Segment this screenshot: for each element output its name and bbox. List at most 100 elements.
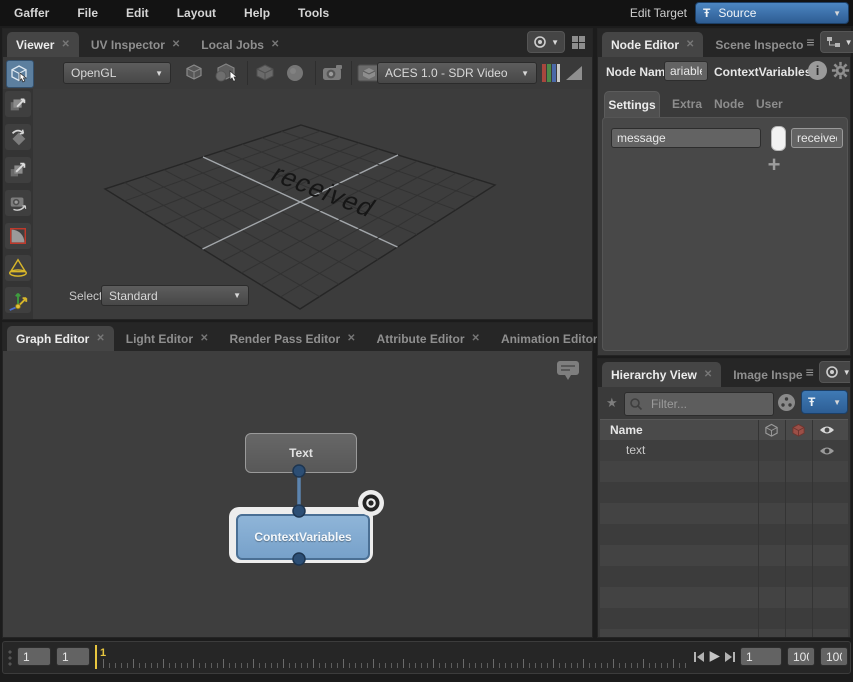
- bullseye-icon: [825, 365, 839, 379]
- select-objects-icon[interactable]: [213, 62, 241, 84]
- tab-label: Light Editor: [126, 332, 193, 346]
- graph-canvas[interactable]: Text ContextVariables: [3, 351, 592, 637]
- range-end-input[interactable]: [787, 647, 815, 666]
- go-to-end-button[interactable]: [724, 651, 736, 663]
- tab-graph-editor[interactable]: Graph Editor ✕: [7, 326, 114, 351]
- close-icon[interactable]: ✕: [704, 369, 712, 380]
- eye-column-icon: [819, 424, 835, 436]
- crop-window-tool-button[interactable]: [5, 223, 31, 249]
- tab-scene-inspector-truncated[interactable]: Scene Inspecto: [706, 32, 803, 57]
- hamburger-icon[interactable]: ≡: [806, 365, 814, 379]
- tab-extra[interactable]: Extra: [672, 97, 702, 111]
- transform-gizmo-button[interactable]: [5, 287, 31, 313]
- tab-settings[interactable]: Settings: [604, 91, 660, 118]
- variable-value-input[interactable]: [791, 128, 843, 148]
- edit-target-dropdown[interactable]: Ŧ Source ▼: [695, 2, 849, 24]
- edit-scope-dropdown[interactable]: Ŧ ▼: [801, 390, 848, 414]
- shading-cube-icon[interactable]: [255, 64, 275, 82]
- menu-gaffer[interactable]: Gaffer: [0, 0, 63, 26]
- hamburger-icon[interactable]: ≡: [806, 35, 814, 49]
- rotate-tool-button[interactable]: [5, 124, 31, 150]
- close-icon[interactable]: ✕: [172, 39, 180, 50]
- tab-render-pass-editor[interactable]: Render Pass Editor ✕: [220, 326, 364, 351]
- toolbar-divider: [351, 61, 352, 85]
- rgb-channels-icon[interactable]: [542, 63, 561, 83]
- info-icon[interactable]: i: [808, 61, 827, 80]
- frame-ruler[interactable]: [103, 642, 691, 672]
- close-icon[interactable]: ✕: [686, 39, 694, 50]
- plug-out-dot[interactable]: [291, 551, 307, 567]
- editor-focus-dropdown[interactable]: ▼: [820, 31, 853, 53]
- close-icon[interactable]: ✕: [96, 333, 104, 344]
- drag-handle[interactable]: [8, 650, 12, 666]
- node-name-input[interactable]: [664, 61, 708, 81]
- current-frame-input[interactable]: [56, 647, 90, 666]
- go-to-start-button[interactable]: [693, 651, 705, 663]
- tab-user[interactable]: User: [756, 97, 783, 111]
- translate-tool-button[interactable]: [5, 91, 31, 117]
- close-icon[interactable]: ✕: [271, 39, 279, 50]
- tab-uv-inspector[interactable]: UV Inspector ✕: [82, 32, 189, 57]
- set-membership-icon[interactable]: [777, 393, 796, 412]
- node-name-label: Node Name: [606, 65, 672, 79]
- close-icon[interactable]: ✕: [472, 333, 480, 344]
- menu-tools[interactable]: Tools: [284, 0, 343, 26]
- expansion-column-icon: [764, 423, 779, 438]
- frame-input[interactable]: [740, 647, 782, 666]
- empty-row: [600, 587, 848, 608]
- layout-grid-icon[interactable]: [571, 35, 586, 50]
- tab-light-editor[interactable]: Light Editor ✕: [117, 326, 218, 351]
- play-button[interactable]: [708, 650, 721, 663]
- tab-hierarchy-view[interactable]: Hierarchy View ✕: [602, 362, 721, 387]
- translate-icon: [8, 94, 28, 114]
- enabled-toggle[interactable]: [771, 126, 786, 151]
- tab-label: Scene Inspecto: [715, 38, 803, 52]
- tab-viewer[interactable]: Viewer ✕: [7, 32, 79, 57]
- focus-target-dropdown[interactable]: ▼: [527, 31, 565, 53]
- playhead[interactable]: [95, 645, 97, 669]
- tab-node-editor[interactable]: Node Editor ✕: [602, 32, 703, 57]
- close-icon[interactable]: ✕: [347, 333, 355, 344]
- bookmark-star-icon[interactable]: ★: [606, 395, 618, 411]
- hierarchy-table-header[interactable]: Name: [600, 419, 848, 442]
- menu-layout[interactable]: Layout: [163, 0, 230, 26]
- range-start-input[interactable]: [17, 647, 51, 666]
- plug-in-dot[interactable]: [291, 503, 307, 519]
- camera-icon[interactable]: [321, 63, 345, 82]
- hierarchy-row-text[interactable]: text: [600, 440, 848, 461]
- renderer-dropdown[interactable]: OpenGL ▼: [63, 62, 171, 84]
- hierarchy-focus-dropdown[interactable]: ▼: [819, 361, 851, 383]
- selection-tool-button[interactable]: [6, 60, 34, 88]
- menu-edit[interactable]: Edit: [112, 0, 163, 26]
- scale-tool-button[interactable]: [5, 157, 31, 183]
- expansion-cube-icon[interactable]: [183, 63, 205, 83]
- tab-node[interactable]: Node: [714, 97, 744, 111]
- select-mode-dropdown[interactable]: Standard ▼: [101, 285, 249, 306]
- filter-input[interactable]: [646, 395, 764, 413]
- gradient-triangle-icon[interactable]: [565, 65, 583, 81]
- close-icon[interactable]: ✕: [61, 39, 69, 50]
- menu-file[interactable]: File: [63, 0, 112, 26]
- viewport-3d[interactable]: received Select Standard ▼: [33, 89, 592, 319]
- add-variable-button[interactable]: +: [763, 154, 785, 176]
- display-transform-value: ACES 1.0 - SDR Video: [385, 66, 508, 80]
- display-transform-dropdown[interactable]: ACES 1.0 - SDR Video ▼: [377, 62, 537, 84]
- tab-local-jobs[interactable]: Local Jobs ✕: [192, 32, 288, 57]
- gear-icon[interactable]: [830, 60, 851, 81]
- light-tool-button[interactable]: [5, 255, 31, 281]
- eye-icon[interactable]: [819, 445, 835, 457]
- close-icon[interactable]: ✕: [200, 333, 208, 344]
- menu-help[interactable]: Help: [230, 0, 284, 26]
- plug-out-dot[interactable]: [291, 463, 307, 479]
- variable-name-input[interactable]: [611, 128, 761, 148]
- camera-tool-button[interactable]: [5, 190, 31, 216]
- tab-label: Settings: [608, 98, 655, 112]
- tab-label: UV Inspector: [91, 38, 165, 52]
- tab-attribute-editor[interactable]: Attribute Editor ✕: [368, 326, 489, 351]
- total-frames-input[interactable]: [820, 647, 848, 666]
- graph-editor-tabbar: Graph Editor ✕ Light Editor ✕ Render Pas…: [3, 323, 592, 351]
- tab-image-inspector-truncated[interactable]: Image Inspe: [724, 362, 802, 387]
- rotate-icon: [8, 127, 28, 147]
- focus-node-bullseye-icon[interactable]: [357, 489, 385, 517]
- shaded-sphere-icon[interactable]: [285, 63, 305, 83]
